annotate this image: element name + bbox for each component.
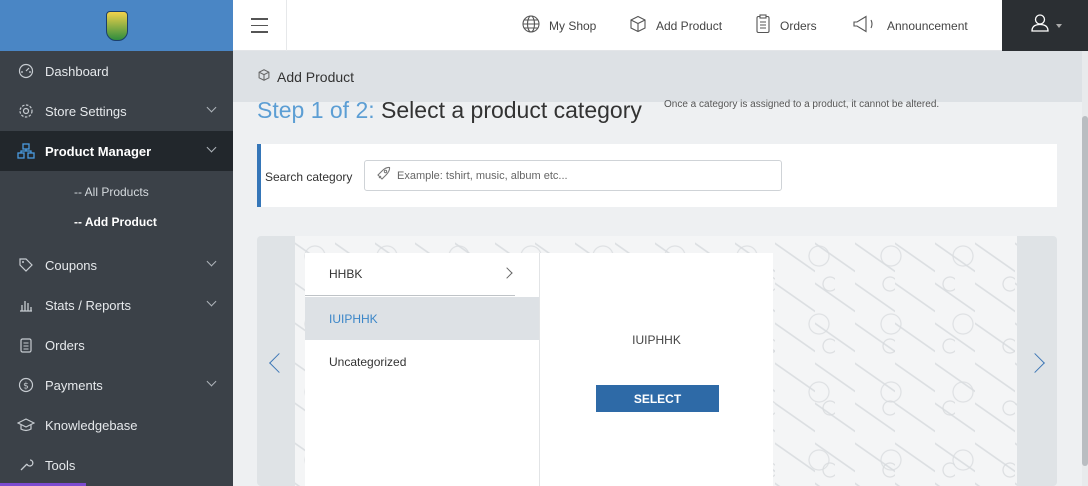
sidebar-item-label: Product Manager (45, 143, 152, 159)
step-title: Select a product category (374, 97, 642, 123)
rocket-icon (369, 166, 397, 186)
step-note: Once a category is assigned to a product… (664, 99, 940, 110)
step-count: Step 1 of 2 (257, 97, 369, 123)
product-manager-submenu: -- All Products -- Add Product (0, 171, 233, 245)
category-label: Uncategorized (329, 354, 407, 369)
sidebar-item-label: Stats / Reports (45, 297, 131, 313)
topnav-label: My Shop (549, 18, 597, 33)
sidebar-item-label: Store Settings (45, 103, 127, 119)
topnav-add-product[interactable]: Add Product (628, 0, 722, 51)
clipboard-icon (754, 14, 772, 37)
category-list: HHBK IUIPHHK Uncategorized (305, 253, 539, 486)
sidebar-subitem-label: -- All Products (74, 185, 149, 199)
chevron-down-icon (206, 296, 217, 307)
carousel-prev-button[interactable] (257, 343, 295, 383)
shield-logo-icon[interactable] (105, 10, 128, 41)
chevron-down-icon (206, 142, 217, 153)
main-content: Add Product Step 1 of 2: Select a produc… (233, 51, 1082, 486)
topnav-label: Orders (780, 18, 817, 33)
cube-icon (628, 14, 648, 37)
selected-category-name: IUIPHHK (632, 333, 681, 347)
sidebar: Dashboard Store Settings Product Manager… (0, 0, 233, 486)
category-carousel: HHBK IUIPHHK Uncategorized IUIPHHK SELEC… (257, 236, 1057, 486)
carousel-next-button[interactable] (1019, 343, 1057, 383)
sidebar-item-label: Coupons (45, 257, 98, 273)
search-panel: Search category (257, 144, 1057, 207)
sidebar-item-label: Knowledgebase (45, 417, 138, 433)
sidebar-item-label: Dashboard (45, 63, 109, 79)
page-scrollbar[interactable] (1082, 51, 1088, 486)
globe-icon (521, 14, 541, 37)
chevron-down-icon (206, 376, 217, 387)
breadcrumb-label: Add Product (277, 68, 355, 85)
chevron-down-icon (206, 102, 217, 113)
page-title: Step 1 of 2: Select a product category (257, 97, 642, 124)
sidebar-item-product-manager[interactable]: Product Manager (0, 131, 233, 171)
sidebar-subitem-label: -- Add Product (74, 215, 157, 229)
topnav-label: Add Product (656, 18, 723, 33)
sidebar-item-label: Payments (45, 377, 103, 393)
sidebar-subitem-all-products[interactable]: -- All Products (0, 177, 233, 207)
topnav-my-shop[interactable]: My Shop (521, 0, 596, 51)
sidebar-item-coupons[interactable]: Coupons (0, 245, 233, 285)
sidebar-item-orders[interactable]: Orders (0, 325, 233, 365)
sitemap-icon (17, 142, 35, 160)
scrollbar-thumb[interactable] (1082, 116, 1088, 466)
sidebar-item-label: Tools (45, 457, 76, 473)
svg-text:$: $ (23, 382, 29, 392)
sidebar-item-dashboard[interactable]: Dashboard (0, 51, 233, 91)
chevron-left-icon (269, 353, 289, 373)
category-item[interactable]: Uncategorized (305, 340, 539, 383)
category-label: IUIPHHK (329, 311, 378, 326)
hamburger-menu-icon[interactable] (233, 0, 287, 51)
breadcrumb: Add Product (233, 51, 1082, 102)
chevron-down-icon (206, 256, 217, 267)
top-header: My Shop Add Product Orders Announcement (233, 0, 1088, 51)
gear-icon (17, 102, 35, 120)
wrench-icon (17, 456, 35, 474)
sidebar-item-stats-reports[interactable]: Stats / Reports (0, 285, 233, 325)
search-input[interactable] (397, 169, 757, 182)
logo-bar (0, 0, 233, 51)
step-header: Step 1 of 2: Select a product category O… (257, 97, 939, 124)
user-icon (1029, 12, 1051, 39)
sidebar-item-payments[interactable]: $ Payments (0, 365, 233, 405)
sidebar-item-label: Orders (45, 337, 85, 353)
tag-icon (17, 256, 35, 274)
category-item[interactable]: HHBK (305, 253, 515, 296)
dollar-icon: $ (17, 376, 35, 394)
search-label: Search category (265, 170, 353, 184)
megaphone-icon (851, 14, 879, 37)
clipboard-icon (17, 336, 35, 354)
sidebar-subitem-add-product[interactable]: -- Add Product (0, 207, 233, 237)
chevron-right-icon (1025, 353, 1045, 373)
category-detail-panel: IUIPHHK SELECT (539, 253, 773, 486)
select-button[interactable]: SELECT (596, 385, 719, 412)
chevron-right-icon (501, 267, 513, 279)
category-label: HHBK (329, 267, 363, 281)
sidebar-item-tools[interactable]: Tools (0, 445, 233, 485)
graduation-cap-icon (17, 416, 35, 434)
category-item-selected[interactable]: IUIPHHK (305, 297, 539, 340)
topnav-announcement[interactable]: Announcement (851, 0, 968, 51)
user-menu[interactable] (1002, 0, 1088, 51)
sidebar-item-store-settings[interactable]: Store Settings (0, 91, 233, 131)
bar-chart-icon (17, 296, 35, 314)
caret-down-icon (1055, 23, 1062, 28)
topnav-orders[interactable]: Orders (754, 0, 817, 51)
sidebar-item-knowledgebase[interactable]: Knowledgebase (0, 405, 233, 445)
search-field[interactable] (364, 160, 782, 191)
dashboard-icon (17, 62, 35, 80)
topnav-label: Announcement (887, 18, 968, 33)
cube-icon (257, 68, 271, 85)
